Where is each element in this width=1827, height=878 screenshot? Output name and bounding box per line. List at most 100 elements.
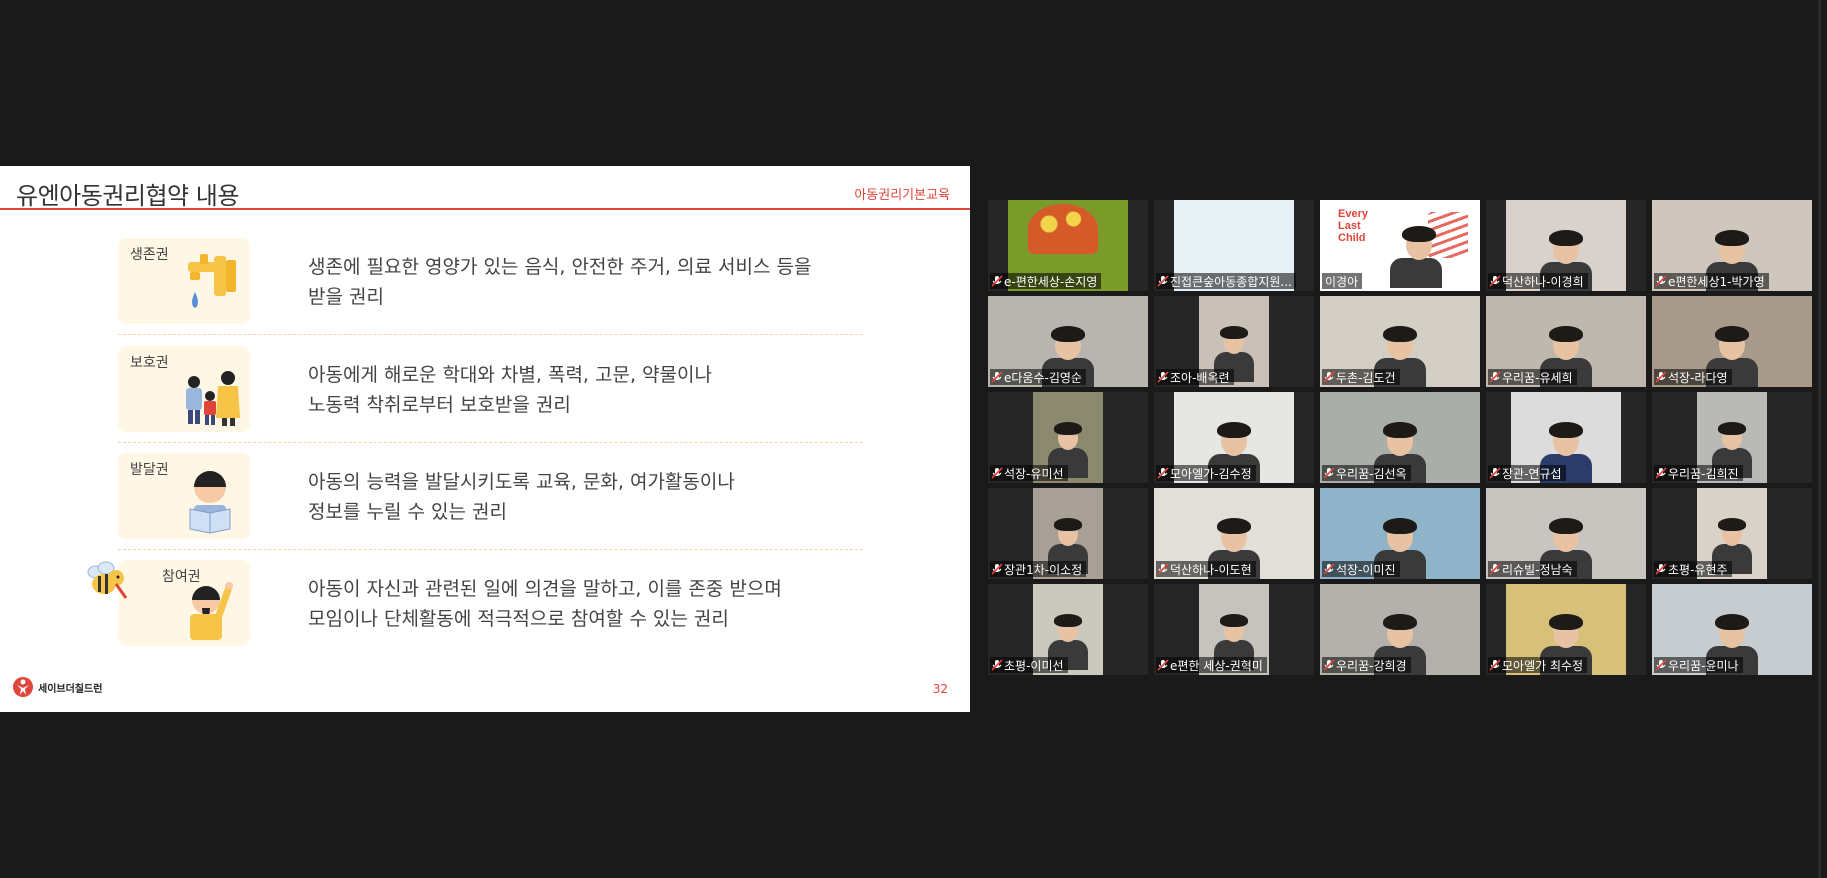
participant-name: 우리꿈-윤미나 bbox=[1668, 658, 1739, 673]
participant-tile[interactable]: 우리꿈-김선옥 bbox=[1320, 392, 1480, 483]
participant-name: 우리꿈-유세희 bbox=[1502, 370, 1573, 385]
participant-tile[interactable]: 우리꿈-강희경 bbox=[1320, 584, 1480, 675]
participant-tile[interactable]: 초평-이미선 bbox=[988, 584, 1148, 675]
participant-hair bbox=[1718, 422, 1746, 435]
participant-name: 우리꿈-김희진 bbox=[1668, 466, 1739, 481]
brand-logo: 세이브더칠드런 bbox=[12, 676, 102, 698]
poster-line: Last bbox=[1338, 220, 1361, 232]
participant-tile[interactable]: 덕산하나-이경희 bbox=[1486, 200, 1646, 291]
participant-nameplate: 리슈빌-정남숙 bbox=[1488, 561, 1577, 577]
participant-name: 장관1차-이소정 bbox=[1004, 562, 1083, 577]
participant-nameplate: 석장-이미진 bbox=[1322, 561, 1400, 577]
participant-hair bbox=[1054, 614, 1082, 627]
faucet-icon bbox=[188, 254, 236, 308]
poster-line: Child bbox=[1338, 232, 1366, 244]
slide-title: 유엔아동권리협약 내용 bbox=[16, 182, 239, 210]
participant-hair bbox=[1402, 226, 1436, 243]
participant-nameplate: e다움수-김영순 bbox=[990, 369, 1086, 385]
muted-mic-icon bbox=[991, 659, 1003, 671]
participant-hair bbox=[1383, 614, 1417, 631]
participant-tile[interactable]: Every Last Child 이경아 bbox=[1320, 200, 1480, 291]
muted-mic-icon bbox=[991, 275, 1003, 287]
right-description: 아동이 자신과 관련된 일에 의견을 말하고, 이를 존중 받으며 모임이나 단… bbox=[308, 574, 868, 634]
muted-mic-icon bbox=[1157, 659, 1169, 671]
participant-name: 모아엘가 최수정 bbox=[1502, 658, 1584, 673]
participant-name: 석장-이미진 bbox=[1336, 562, 1396, 577]
gallery-scrollbar[interactable] bbox=[1818, 0, 1821, 878]
participant-name: 우리꿈-강희경 bbox=[1336, 658, 1407, 673]
participant-nameplate: 모아엘가 최수정 bbox=[1488, 657, 1588, 673]
right-description: 생존에 필요한 영양가 있는 음식, 안전한 주거, 의료 서비스 등을 받을 … bbox=[308, 252, 868, 312]
participant-name: 리슈빌-정남숙 bbox=[1502, 562, 1573, 577]
right-description: 아동의 능력을 발달시키도록 교육, 문화, 여가활동이나 정보를 누릴 수 있… bbox=[308, 467, 868, 527]
participant-hair bbox=[1051, 326, 1085, 343]
participant-name: 진접큰숲아동종합지원... bbox=[1170, 274, 1292, 289]
participant-tile[interactable]: e편한세상1-박가영 bbox=[1652, 200, 1812, 291]
muted-mic-icon bbox=[1157, 275, 1169, 287]
participant-tile[interactable]: 모아엘가-김수정 bbox=[1154, 392, 1314, 483]
right-label: 생존권 bbox=[130, 247, 169, 263]
participant-name: 덕산하나-이경희 bbox=[1502, 274, 1584, 289]
participant-name: 초평-유현주 bbox=[1668, 562, 1728, 577]
participant-tile[interactable]: 초평-유현주 bbox=[1652, 488, 1812, 579]
right-description-line: 받을 권리 bbox=[308, 286, 384, 308]
row-divider bbox=[118, 334, 863, 335]
participant-gallery: e-편한세상-손지영 진접큰숲아동종합지원... Every Last Child 이경아… bbox=[988, 200, 1814, 678]
participant-tile[interactable]: 장관1차-이소정 bbox=[988, 488, 1148, 579]
slide-page-number: 32 bbox=[932, 682, 948, 696]
slide-header-rule bbox=[0, 208, 970, 210]
save-the-children-logo-icon bbox=[13, 677, 33, 697]
participant-name: 조아-배옥련 bbox=[1170, 370, 1230, 385]
muted-mic-icon bbox=[1655, 275, 1667, 287]
participant-hair bbox=[1715, 614, 1749, 631]
participant-tile[interactable]: 장관-연규섭 bbox=[1486, 392, 1646, 483]
participant-name: 장관-연규섭 bbox=[1502, 466, 1562, 481]
participant-hair bbox=[1054, 518, 1082, 531]
right-card: 참여권 bbox=[118, 560, 250, 646]
participant-tile[interactable]: e-편한세상-손지영 bbox=[988, 200, 1148, 291]
participant-nameplate: 덕산하나-이도현 bbox=[1156, 561, 1256, 577]
participant-hair bbox=[1549, 518, 1583, 535]
muted-mic-icon bbox=[1489, 275, 1501, 287]
participant-nameplate: 석장-라다영 bbox=[1654, 369, 1732, 385]
participant-hair bbox=[1549, 326, 1583, 343]
right-description-line: 아동이 자신과 관련된 일에 의견을 말하고, 이를 존중 받으며 bbox=[308, 578, 782, 600]
participant-nameplate: 장관1차-이소정 bbox=[990, 561, 1087, 577]
right-row-protection: 보호권 아동에게 해로운 학대와 차별, 폭력, 고문, 약물이나 노동력 착취… bbox=[118, 346, 863, 443]
right-description-line: 생존에 필요한 영양가 있는 음식, 안전한 주거, 의료 서비스 등을 bbox=[308, 256, 812, 278]
participant-hair bbox=[1383, 518, 1417, 535]
participant-tile[interactable]: 리슈빌-정남숙 bbox=[1486, 488, 1646, 579]
muted-mic-icon bbox=[1655, 659, 1667, 671]
participant-tile[interactable]: e다움수-김영순 bbox=[988, 296, 1148, 387]
right-card: 발달권 bbox=[118, 453, 250, 539]
muted-mic-icon bbox=[991, 467, 1003, 479]
participant-nameplate: 우리꿈-김선옥 bbox=[1322, 465, 1411, 481]
participant-tile[interactable]: 두촌-김도건 bbox=[1320, 296, 1480, 387]
participant-tile[interactable]: 우리꿈-김희진 bbox=[1652, 392, 1812, 483]
participant-tile[interactable]: 석장-라다영 bbox=[1652, 296, 1812, 387]
muted-mic-icon bbox=[991, 371, 1003, 383]
participant-tile[interactable]: 우리꿈-윤미나 bbox=[1652, 584, 1812, 675]
participant-tile[interactable]: 석장-유미선 bbox=[988, 392, 1148, 483]
muted-mic-icon bbox=[1157, 563, 1169, 575]
participant-body bbox=[1390, 258, 1442, 288]
participant-hair bbox=[1715, 230, 1749, 247]
participant-hair bbox=[1718, 518, 1746, 531]
participant-hair bbox=[1220, 614, 1248, 627]
participant-name: e편한세상1-박가영 bbox=[1668, 274, 1765, 289]
participant-tile[interactable]: 진접큰숲아동종합지원... bbox=[1154, 200, 1314, 291]
participant-tile[interactable]: e편한 세상-권혁미 bbox=[1154, 584, 1314, 675]
right-card: 보호권 bbox=[118, 346, 250, 432]
participant-name: e편한 세상-권혁미 bbox=[1170, 658, 1263, 673]
participant-nameplate: 장관-연규섭 bbox=[1488, 465, 1566, 481]
participant-tile[interactable]: 우리꿈-유세희 bbox=[1486, 296, 1646, 387]
muted-mic-icon bbox=[1323, 563, 1335, 575]
brand-name: 세이브더칠드런 bbox=[38, 683, 103, 695]
participant-tile[interactable]: 모아엘가 최수정 bbox=[1486, 584, 1646, 675]
slide-tag: 아동권리기본교육 bbox=[854, 188, 950, 203]
participant-tile[interactable]: 석장-이미진 bbox=[1320, 488, 1480, 579]
participant-nameplate: 조아-배옥련 bbox=[1156, 369, 1234, 385]
muted-mic-icon bbox=[1323, 467, 1335, 479]
participant-tile[interactable]: 덕산하나-이도현 bbox=[1154, 488, 1314, 579]
participant-tile[interactable]: 조아-배옥련 bbox=[1154, 296, 1314, 387]
